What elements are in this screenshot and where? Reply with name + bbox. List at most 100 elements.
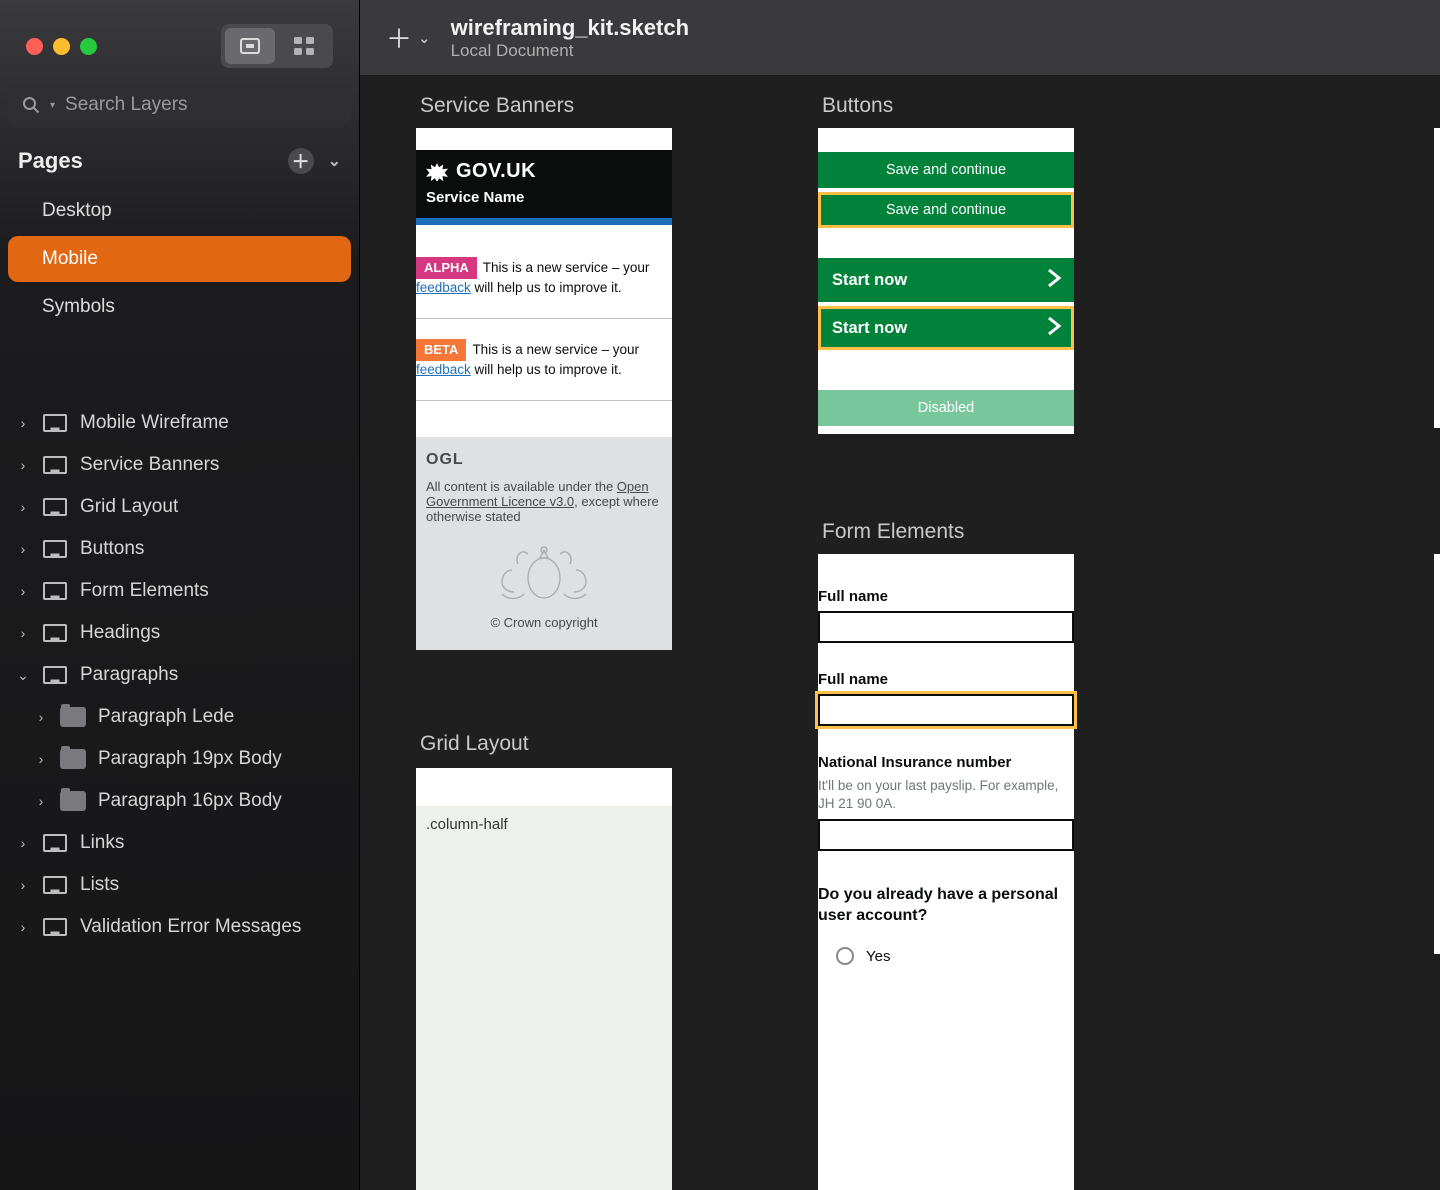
layer-label: Links <box>80 832 124 854</box>
page-symbols[interactable]: Symbols <box>8 284 351 330</box>
artboard-form-elements[interactable]: Full name Full name National Insurance n… <box>818 554 1074 1190</box>
search-layers[interactable]: ▾ <box>8 84 351 126</box>
chevron-right-icon[interactable]: › <box>16 457 30 473</box>
artboard-title-grid-layout[interactable]: Grid Layout <box>420 732 529 756</box>
list-view-button[interactable] <box>225 28 275 64</box>
grid-view-button[interactable] <box>279 28 329 64</box>
layer-paragraph-16[interactable]: › Paragraph 16px Body <box>0 780 359 822</box>
govuk-logo-text: GOV.UK <box>456 160 536 183</box>
grid-icon <box>293 36 315 56</box>
pages-list: Desktop Mobile Symbols <box>0 186 359 332</box>
layer-validation-errors[interactable]: › Validation Error Messages <box>0 906 359 948</box>
pages-label: Pages <box>18 148 83 174</box>
layer-grid-layout[interactable]: › Grid Layout <box>0 486 359 528</box>
button-start-focused[interactable]: Start now <box>818 306 1074 350</box>
input-ni[interactable] <box>818 819 1074 851</box>
chevron-right-icon <box>1046 317 1062 340</box>
chevron-right-icon[interactable]: › <box>16 919 30 935</box>
button-start[interactable]: Start now <box>818 258 1074 302</box>
phase-banner-beta: BETAThis is a new service – your feedbac… <box>416 329 672 390</box>
govuk-footer: OGL All content is available under the O… <box>416 437 672 650</box>
insert-button[interactable]: ＋ ⌄ <box>386 19 431 56</box>
feedback-link[interactable]: feedback <box>416 280 471 295</box>
document-title: wireframing_kit.sketch <box>451 15 689 41</box>
layer-label: Service Banners <box>80 454 219 476</box>
layers-icon <box>238 36 262 56</box>
zoom-window-button[interactable] <box>80 38 97 55</box>
chevron-right-icon <box>1046 269 1062 292</box>
form-group-fullname: Full name <box>818 588 1074 643</box>
layer-label: Paragraph Lede <box>98 706 234 728</box>
header-blue-bar <box>416 218 672 225</box>
layer-list: › Mobile Wireframe › Service Banners › G… <box>0 402 359 948</box>
search-input[interactable] <box>65 94 337 116</box>
search-dropdown-icon[interactable]: ▾ <box>50 100 55 111</box>
chevron-right-icon[interactable]: › <box>16 499 30 515</box>
folder-icon <box>60 791 86 811</box>
artboard-title-form-elements[interactable]: Form Elements <box>822 520 964 544</box>
artboard-grid-layout[interactable]: .column-half <box>416 768 672 1190</box>
layer-label: Buttons <box>80 538 144 560</box>
chevron-down-icon[interactable]: ⌄ <box>328 151 341 171</box>
layer-buttons[interactable]: › Buttons <box>0 528 359 570</box>
folder-icon <box>60 749 86 769</box>
chevron-right-icon[interactable]: › <box>16 415 30 431</box>
layer-links[interactable]: › Links <box>0 822 359 864</box>
chevron-down-icon[interactable]: ⌄ <box>16 667 30 684</box>
canvas[interactable]: Service Banners Buttons Grid Layout Form… <box>360 76 1440 1190</box>
layer-label: Paragraphs <box>80 664 178 686</box>
hint-ni: It'll be on your last payslip. For examp… <box>818 777 1074 813</box>
layer-paragraphs[interactable]: ⌄ Paragraphs <box>0 654 359 696</box>
govuk-header: GOV.UK Service Name <box>416 150 672 218</box>
close-window-button[interactable] <box>26 38 43 55</box>
artboard-icon <box>42 455 68 475</box>
page-desktop[interactable]: Desktop <box>8 188 351 234</box>
chevron-right-icon[interactable]: › <box>16 625 30 641</box>
chevron-down-icon[interactable]: ⌄ <box>418 29 431 47</box>
artboard-icon <box>42 539 68 559</box>
ogl-logo: OGL <box>426 451 662 469</box>
chevron-right-icon[interactable]: › <box>16 835 30 851</box>
crown-copyright: © Crown copyright <box>426 615 662 630</box>
chevron-right-icon[interactable]: › <box>16 541 30 557</box>
radio-label: Yes <box>866 948 890 965</box>
chevron-right-icon[interactable]: › <box>34 751 48 767</box>
layer-form-elements[interactable]: › Form Elements <box>0 570 359 612</box>
layer-mobile-wireframe[interactable]: › Mobile Wireframe <box>0 402 359 444</box>
chevron-right-icon[interactable]: › <box>34 793 48 809</box>
search-icon <box>22 96 40 114</box>
input-full-name-focused[interactable] <box>818 694 1074 726</box>
chevron-right-icon[interactable]: › <box>34 709 48 725</box>
label-ni: National Insurance number <box>818 754 1074 771</box>
chevron-right-icon[interactable]: › <box>16 877 30 893</box>
layer-lists[interactable]: › Lists <box>0 864 359 906</box>
artboard-icon <box>42 875 68 895</box>
button-disabled: Disabled <box>818 390 1074 426</box>
radio-option-yes[interactable]: Yes <box>818 941 1074 971</box>
phase-banner-alpha: ALPHAThis is a new service – your feedba… <box>416 247 672 308</box>
input-full-name[interactable] <box>818 611 1074 643</box>
plus-icon: ＋ <box>386 19 412 56</box>
add-page-button[interactable]: ＋ <box>288 148 314 174</box>
main-area: ＋ ⌄ wireframing_kit.sketch Local Documen… <box>360 0 1440 1190</box>
chevron-right-icon[interactable]: › <box>16 583 30 599</box>
page-mobile[interactable]: Mobile <box>8 236 351 282</box>
artboard-buttons[interactable]: Save and continue Save and continue Star… <box>818 128 1074 434</box>
layer-paragraph-lede[interactable]: › Paragraph Lede <box>0 696 359 738</box>
button-save-focused[interactable]: Save and continue <box>818 192 1074 228</box>
artboard-title-buttons[interactable]: Buttons <box>822 94 893 118</box>
layer-paragraph-19[interactable]: › Paragraph 19px Body <box>0 738 359 780</box>
button-save[interactable]: Save and continue <box>818 152 1074 188</box>
artboard-service-banners[interactable]: GOV.UK Service Name ALPHAThis is a new s… <box>416 128 672 646</box>
document-subtitle: Local Document <box>451 41 689 61</box>
layer-label: Validation Error Messages <box>80 916 301 938</box>
minimize-window-button[interactable] <box>53 38 70 55</box>
artboard-title-service-banners[interactable]: Service Banners <box>420 94 574 118</box>
layer-service-banners[interactable]: › Service Banners <box>0 444 359 486</box>
document-title-block: wireframing_kit.sketch Local Document <box>451 15 689 61</box>
question-text: Do you already have a personal user acco… <box>818 885 1074 927</box>
form-group-question: Do you already have a personal user acco… <box>818 885 1074 971</box>
feedback-link[interactable]: feedback <box>416 362 471 377</box>
layer-headings[interactable]: › Headings <box>0 612 359 654</box>
topbar: ＋ ⌄ wireframing_kit.sketch Local Documen… <box>360 0 1440 76</box>
